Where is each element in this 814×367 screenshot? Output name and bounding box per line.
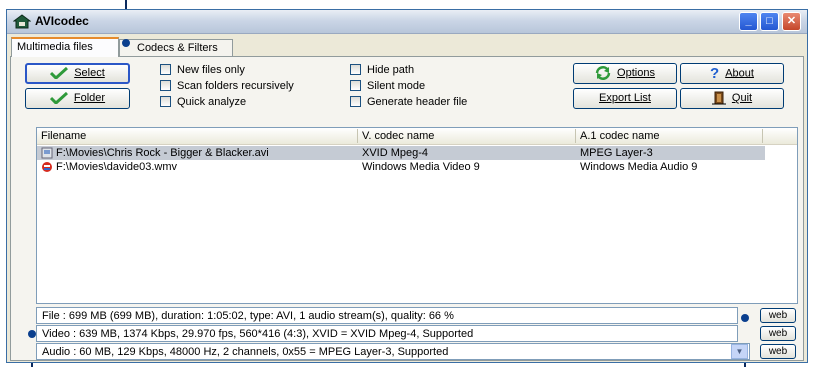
tab-multimedia-files[interactable]: Multimedia files — [11, 37, 119, 57]
hide-path-label: Hide path — [367, 64, 415, 76]
video-info-field: Video : 639 MB, 1374 Kbps, 29.970 fps, 5… — [36, 325, 738, 342]
help-icon: ? — [710, 65, 720, 82]
checkbox-box — [160, 64, 171, 75]
web-button-video[interactable]: web — [760, 326, 796, 341]
hide-path-checkbox[interactable]: Hide path — [350, 64, 414, 77]
select-label: Select — [74, 67, 105, 79]
generate-header-checkbox[interactable]: Generate header file — [350, 96, 467, 109]
folder-button[interactable]: Folder — [25, 88, 130, 109]
callout-dot-web — [741, 314, 749, 322]
select-button[interactable]: Select — [25, 63, 130, 84]
table-row[interactable]: F:\Movies\Chris Rock - Bigger & Blacker.… — [37, 146, 765, 160]
quick-analyze-checkbox[interactable]: Quick analyze — [160, 96, 246, 109]
export-list-label: Export List — [599, 92, 651, 104]
checkbox-box — [160, 96, 171, 107]
app-window: AVIcodec _ □ ✕ Multimedia files Codecs &… — [6, 9, 808, 363]
vcodec-cell: XVID Mpeg-4 — [362, 147, 429, 159]
vcodec-cell: Windows Media Video 9 — [362, 161, 480, 173]
checkmark-icon — [50, 67, 69, 80]
about-button[interactable]: ? About — [680, 63, 784, 84]
list-header: Filename V. codec name A.1 codec name — [37, 128, 797, 145]
checkbox-box — [350, 80, 361, 91]
callout-dot-tabs — [122, 39, 130, 47]
column-header-vcodec[interactable]: V. codec name — [358, 129, 576, 143]
options-label: Options — [617, 67, 655, 79]
generate-header-label: Generate header file — [367, 96, 468, 108]
options-button[interactable]: Options — [573, 63, 677, 84]
silent-mode-checkbox[interactable]: Silent mode — [350, 80, 425, 93]
silent-mode-label: Silent mode — [367, 80, 426, 92]
checkbox-box — [350, 96, 361, 107]
new-files-only-checkbox[interactable]: New files only — [160, 64, 245, 77]
tab-codecs-filters[interactable]: Codecs & Filters — [119, 39, 233, 56]
exit-door-icon — [711, 91, 726, 105]
filename-cell: F:\Movies\davide03.wmv — [56, 161, 178, 173]
audio-info-field[interactable]: Audio : 60 MB, 129 Kbps, 48000 Hz, 2 cha… — [36, 343, 750, 360]
column-header-filename[interactable]: Filename — [37, 129, 358, 143]
chevron-down-icon[interactable]: ▼ — [731, 344, 748, 359]
quick-analyze-label: Quick analyze — [177, 96, 247, 108]
app-logo-icon — [13, 14, 31, 29]
title-bar[interactable]: AVIcodec _ □ ✕ — [7, 10, 807, 34]
checkbox-box — [350, 64, 361, 75]
about-label: About — [725, 67, 754, 80]
acodec-cell: MPEG Layer-3 — [580, 147, 653, 159]
web-button-audio[interactable]: web — [760, 344, 796, 359]
refresh-icon — [595, 66, 611, 81]
window-title: AVIcodec — [35, 14, 89, 28]
filename-cell: F:\Movies\Chris Rock - Bigger & Blacker.… — [56, 147, 269, 159]
web-button-file[interactable]: web — [760, 308, 796, 323]
checkmark-icon — [49, 92, 68, 105]
table-row[interactable]: F:\Movies\davide03.wmv Windows Media Vid… — [37, 160, 797, 174]
export-list-button[interactable]: Export List — [573, 88, 677, 109]
maximize-button[interactable]: □ — [760, 12, 779, 31]
new-files-only-label: New files only — [177, 64, 245, 76]
close-button[interactable]: ✕ — [782, 12, 801, 31]
video-file-icon — [41, 147, 53, 159]
quit-button[interactable]: Quit — [680, 88, 784, 109]
folder-label: Folder — [73, 92, 106, 104]
minimize-button[interactable]: _ — [739, 12, 758, 31]
file-list[interactable]: Filename V. codec name A.1 codec name F:… — [36, 127, 798, 304]
acodec-cell: Windows Media Audio 9 — [580, 161, 698, 173]
scan-recursive-label: Scan folders recursively — [177, 80, 294, 92]
checkbox-box — [160, 80, 171, 91]
media-player-icon — [42, 162, 52, 172]
callout-dot-video — [28, 330, 36, 338]
file-info-field: File : 699 MB (699 MB), duration: 1:05:0… — [36, 307, 738, 324]
column-header-acodec[interactable]: A.1 codec name — [576, 129, 763, 143]
scan-recursive-checkbox[interactable]: Scan folders recursively — [160, 80, 294, 93]
quit-label: Quit — [731, 92, 753, 104]
